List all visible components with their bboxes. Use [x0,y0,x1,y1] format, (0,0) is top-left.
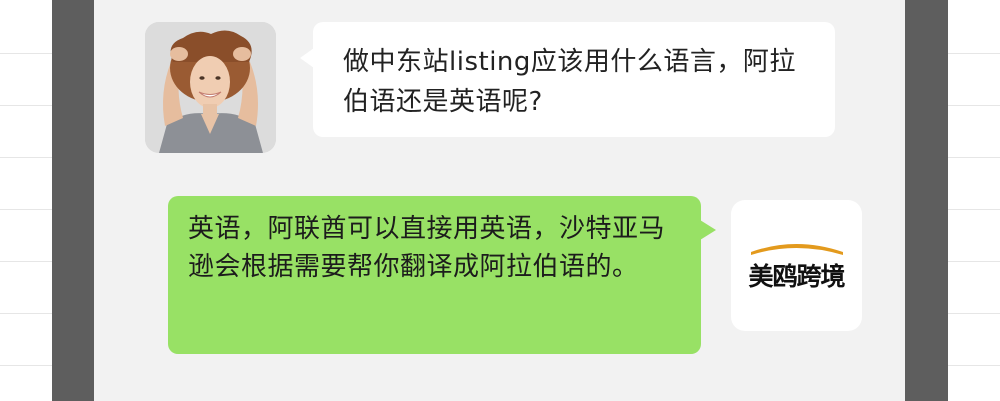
incoming-message-bubble[interactable]: 做中东站listing应该用什么语言，阿拉伯语还是英语呢? [300,22,835,137]
bubble-tail [300,48,314,68]
woman-portrait-image [145,22,276,153]
brand-logo-avatar[interactable]: 美鸥跨境 [731,200,862,331]
outgoing-message-text: 英语，阿联酋可以直接用英语，沙特亚马逊会根据需要帮你翻译成阿拉伯语的。 [188,214,666,282]
screen: 做中东站listing应该用什么语言，阿拉伯语还是英语呢? 英语，阿联酋可以直接… [0,0,1000,401]
incoming-message-text: 做中东站listing应该用什么语言，阿拉伯语还是英语呢? [343,47,796,117]
brand-logo-text: 美鸥跨境 [748,262,845,291]
sender-avatar[interactable] [145,22,276,153]
bubble-tail [700,220,716,240]
outgoing-message-bubble[interactable]: 英语，阿联酋可以直接用英语，沙特亚马逊会根据需要帮你翻译成阿拉伯语的。 [168,196,716,354]
